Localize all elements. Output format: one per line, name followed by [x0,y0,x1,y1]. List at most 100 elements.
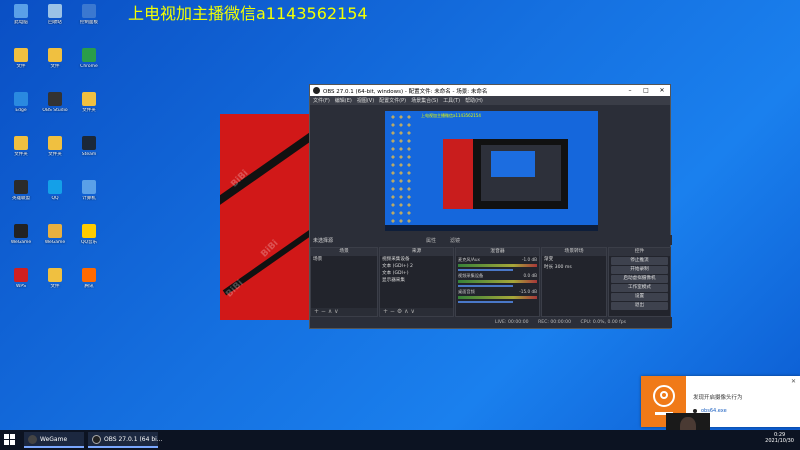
volume-slider[interactable] [458,285,514,287]
desktop-shortcut[interactable]: 文件夹 [38,136,72,172]
transition-duration[interactable]: 时长 300 ms [542,264,606,272]
clock-date: 2021/10/30 [765,438,794,444]
source-item[interactable]: 文本 (GDI+) [380,270,453,277]
maximize-icon[interactable]: □ [638,87,654,94]
desktop-shortcut[interactable]: WPS [4,268,38,304]
desktop-shortcut[interactable]: 控制面板 [72,4,106,40]
desktop-shortcut[interactable]: QQ音乐 [72,224,106,260]
properties-button[interactable]: 属性 [426,237,436,244]
studio-mode-button[interactable]: 工作室模式 [611,284,668,292]
shortcut-icon [48,224,62,238]
desktop-shortcut[interactable]: 计算机 [72,180,106,216]
desktop-shortcut[interactable]: 此电脑 [4,4,38,40]
mixer-channel-name: 麦克风/Aux [458,257,480,262]
desktop-shortcut[interactable]: 文件 [38,48,72,84]
desktop-shortcut[interactable]: 文件夹 [4,136,38,172]
shortcut-icon [82,4,96,18]
mixer-channel[interactable]: 麦克风/Aux -1.0 dB [456,256,539,272]
source-item[interactable]: 视频采集设备 [380,256,453,263]
duration-value[interactable]: 300 ms [555,265,572,270]
obs-titlebar[interactable]: OBS 27.0.1 (64-bit, windows) - 配置文件: 未命名… [310,85,670,96]
shortcut-label: WeGame [10,240,32,245]
shortcut-icon [82,180,96,194]
transition-type-select[interactable]: 渐变 [542,256,606,264]
minimize-icon[interactable]: – [622,87,638,94]
shortcut-label: 文件 [50,64,60,69]
shortcut-label: WeGame [44,240,66,245]
desktop-shortcut[interactable]: 回收站 [38,4,72,40]
source-item[interactable]: 显示器采集 [380,277,453,284]
desktop-shortcut[interactable]: WeGame [4,224,38,260]
desktop-shortcut[interactable]: Steam [72,136,106,172]
virtual-camera-button[interactable]: 启动虚拟摄像机 [611,275,668,283]
menu-item[interactable]: 编辑(E) [335,97,352,104]
system-clock[interactable]: 0:29 2021/10/30 [765,432,794,448]
desktop-shortcut[interactable]: QQ [38,180,72,216]
shortcut-icon [14,92,28,106]
sources-dock-title: 来源 [380,248,453,256]
menu-item[interactable]: 工具(T) [443,97,460,104]
mixer-dock-title: 混音器 [456,248,539,256]
notification-toast[interactable]: 发现开启摄像头行为 obs64.exe ✕ [641,376,800,427]
shortcut-label: Steam [81,152,97,157]
desktop-shortcut[interactable]: 文件夹 [72,92,106,128]
obs-window-title: OBS 27.0.1 (64-bit, windows) - 配置文件: 未命名… [323,88,488,95]
mixer-channel[interactable]: 视频采集设备 0.0 dB [456,272,539,288]
scene-item[interactable]: 场景 [311,256,377,263]
volume-slider[interactable] [458,301,514,303]
menu-item[interactable]: 视图(V) [357,97,374,104]
shortcut-label: 腾讯 [84,284,94,289]
desktop-shortcut[interactable]: Edge [4,92,38,128]
filters-button[interactable]: 滤镜 [450,237,460,244]
wegame-icon [28,435,37,444]
mixer-channel[interactable]: 桌面音频 -15.0 dB [456,288,539,304]
taskbar-item-wegame[interactable]: WeGame [24,432,84,448]
obs-source-toolbar: 未选择源 属性 滤镜 [310,235,672,245]
desktop-shortcut[interactable]: 文件 [38,268,72,304]
close-icon[interactable]: ✕ [791,378,796,385]
background-red-artwork: BiBi BiBi BiBi [220,114,315,320]
menu-item[interactable]: 帮助(H) [465,97,483,104]
shortcut-label: QQ音乐 [80,240,98,245]
streamer-watermark: 上电视加主播微信a1143562154 [128,4,368,23]
start-recording-button[interactable]: 开始录制 [611,266,668,274]
desktop-shortcut[interactable]: OBS Studio [38,92,72,128]
exit-button[interactable]: 退出 [611,302,668,310]
desktop-shortcut[interactable]: 英雄联盟 [4,180,38,216]
taskbar-item-obs[interactable]: OBS 27.0.1 (64 bi... [88,432,163,448]
windows-start-icon[interactable] [4,434,16,446]
menu-item[interactable]: 场景集合(S) [411,97,438,104]
obs-window[interactable]: OBS 27.0.1 (64-bit, windows) - 配置文件: 未命名… [309,84,672,329]
shortcut-label: 文件 [16,64,26,69]
source-item[interactable]: 文本 (GDI+) 2 [380,263,453,270]
scenes-dock: 场景 场景 + − ∧ ∨ [310,247,378,317]
scenes-dock-title: 场景 [311,248,377,256]
shortcut-label: Edge [15,108,27,113]
settings-button[interactable]: 设置 [611,293,668,301]
shortcut-label: WPS [15,284,27,289]
close-icon[interactable]: ✕ [654,87,670,94]
menu-item[interactable]: 配置文件(P) [379,97,406,104]
shortcut-label: QQ [51,196,59,201]
desktop-shortcut[interactable]: 腾讯 [72,268,106,304]
volume-slider[interactable] [458,269,514,271]
obs-preview[interactable]: 上电视加主播微信a1143562154 [385,111,598,231]
cpu-status: CPU: 0.0%, 0.00 fps [580,320,627,325]
obs-statusbar: LIVE: 00:00:00 REC: 00:00:00 CPU: 0.0%, … [310,317,672,328]
desktop-shortcut[interactable]: 文件 [4,48,38,84]
shortcut-icon [14,268,28,282]
shortcut-label: 文件 [50,284,60,289]
sources-dock-toolbar[interactable]: + − ⚙ ∧ ∨ [380,308,453,316]
shortcut-label: Chrome [80,64,98,69]
current-source-label: 未选择源 [313,238,334,244]
shortcut-label: 回收站 [48,20,62,25]
shortcut-label: 英雄联盟 [12,196,30,201]
taskbar-item-label: OBS 27.0.1 (64 bi... [104,436,163,443]
desktop-shortcut[interactable]: WeGame [38,224,72,260]
shortcut-icon [14,224,28,238]
stop-streaming-button[interactable]: 停止推流 [611,257,668,265]
menu-item[interactable]: 文件(F) [313,97,330,104]
scenes-dock-toolbar[interactable]: + − ∧ ∨ [311,308,377,316]
desktop-shortcut[interactable]: Chrome [72,48,106,84]
mixer-channel-db: -15.0 dB [519,289,537,294]
